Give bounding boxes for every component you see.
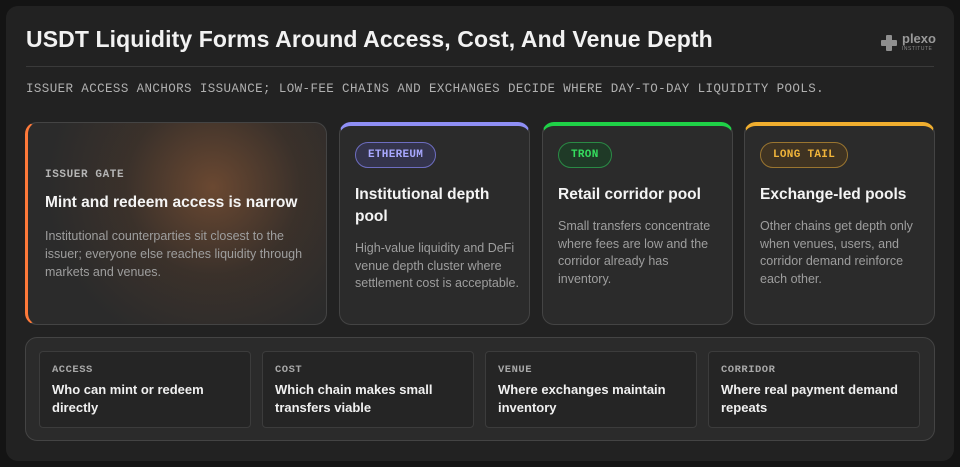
card-body: Small transfers concentrate where fees a… <box>558 219 711 286</box>
card-title: Exchange-led pools <box>760 186 907 203</box>
page-frame: USDT Liquidity Forms Around Access, Cost… <box>6 6 954 461</box>
logo-wordmark: plexo <box>902 31 936 46</box>
card-eyebrow: ISSUER GATE <box>45 169 125 181</box>
card-body: High-value liquidity and DeFi venue dept… <box>355 241 519 290</box>
factor-cost: COST Which chain makes small transfers v… <box>262 351 474 428</box>
factors-panel: ACCESS Who can mint or redeem directly C… <box>25 337 935 441</box>
card-title: Mint and redeem access is narrow <box>45 194 298 211</box>
card-issuer-gate: ISSUER GATE Mint and redeem access is na… <box>25 122 327 325</box>
factor-text: Where exchanges maintain inventory <box>498 382 666 415</box>
plus-logo-icon <box>881 35 897 51</box>
chain-pill-badge: TRON <box>558 142 612 168</box>
factor-label: ACCESS <box>52 364 93 376</box>
card-tron: TRON Retail corridor pool Small transfer… <box>542 122 733 325</box>
factor-corridor: CORRIDOR Where real payment demand repea… <box>708 351 920 428</box>
chain-pill-badge: LONG TAIL <box>760 142 849 168</box>
factor-text: Which chain makes small transfers viable <box>275 382 433 415</box>
title-divider <box>26 66 934 67</box>
page-title: USDT Liquidity Forms Around Access, Cost… <box>26 26 713 52</box>
factor-access: ACCESS Who can mint or redeem directly <box>39 351 251 428</box>
chain-pill-badge: ETHEREUM <box>355 142 437 168</box>
logo-subtext: INSTITUTE <box>902 46 933 52</box>
factor-label: CORRIDOR <box>721 364 776 376</box>
card-long-tail: LONG TAIL Exchange-led pools Other chain… <box>744 122 935 325</box>
page-subtitle: ISSUER ACCESS ANCHORS ISSUANCE; LOW-FEE … <box>26 82 825 96</box>
card-ethereum: ETHEREUM Institutional depth pool High-v… <box>339 122 530 325</box>
card-title: Retail corridor pool <box>558 186 701 203</box>
factor-text: Who can mint or redeem directly <box>52 382 204 415</box>
card-body: Other chains get depth only when venues,… <box>760 219 913 286</box>
factor-label: VENUE <box>498 364 533 376</box>
factor-venue: VENUE Where exchanges maintain inventory <box>485 351 697 428</box>
card-title: Institutional depth pool <box>355 186 490 225</box>
brand-logo: plexo INSTITUTE <box>881 29 941 55</box>
factor-text: Where real payment demand repeats <box>721 382 898 415</box>
factor-label: COST <box>275 364 303 376</box>
card-body: Institutional counterparties sit closest… <box>45 229 303 279</box>
